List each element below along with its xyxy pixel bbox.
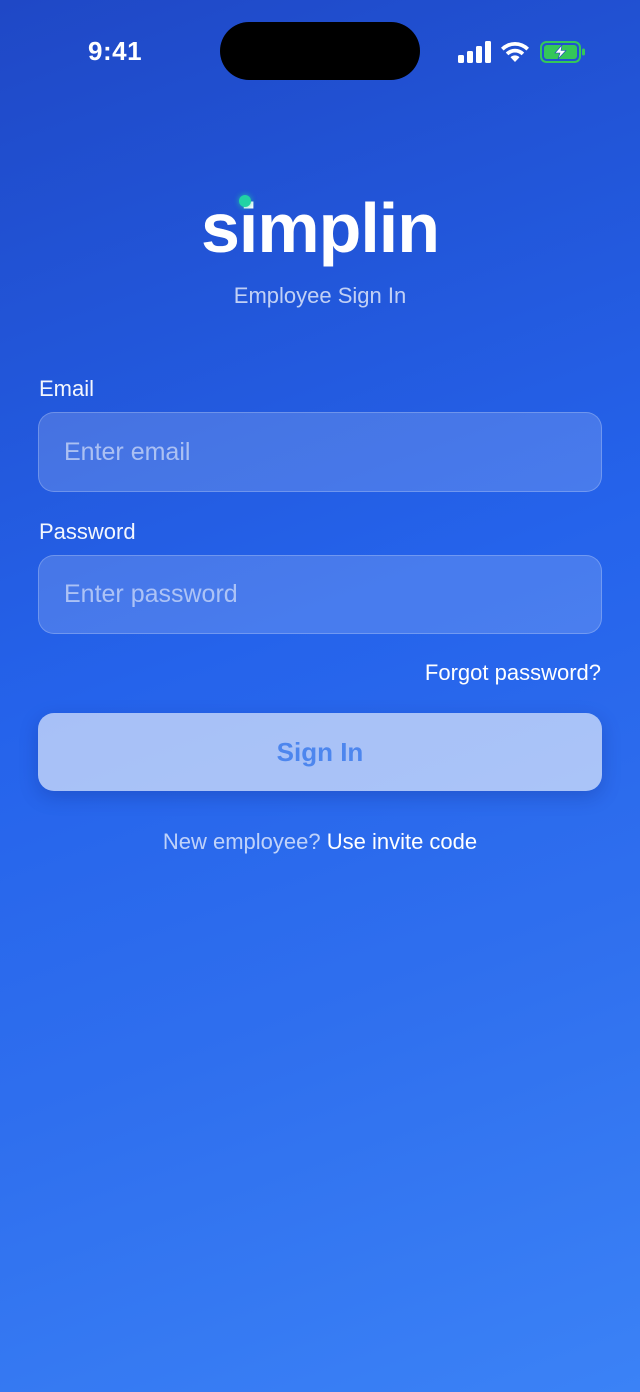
status-time: 9:41 xyxy=(88,36,143,66)
page-subtitle: Employee Sign In xyxy=(233,283,407,308)
logo-accent-dot xyxy=(239,195,251,207)
password-label: Password xyxy=(39,519,136,544)
sign-in-button[interactable]: Sign In xyxy=(38,713,602,791)
status-bar: 9:41 xyxy=(0,0,640,100)
app-logo: simplin xyxy=(200,189,440,267)
wifi-icon xyxy=(500,40,530,64)
cellular-signal-icon xyxy=(458,41,492,63)
password-field[interactable] xyxy=(38,555,602,634)
use-invite-code-link[interactable]: Use invite code xyxy=(327,829,477,854)
new-employee-prompt: New employee? xyxy=(162,829,321,854)
invite-row: New employee? Use invite code xyxy=(0,829,640,855)
forgot-password-link[interactable]: Forgot password? xyxy=(425,660,601,686)
email-label: Email xyxy=(39,376,95,401)
battery-charging-icon xyxy=(540,40,586,64)
email-field[interactable] xyxy=(38,412,602,492)
dynamic-island xyxy=(220,22,420,80)
